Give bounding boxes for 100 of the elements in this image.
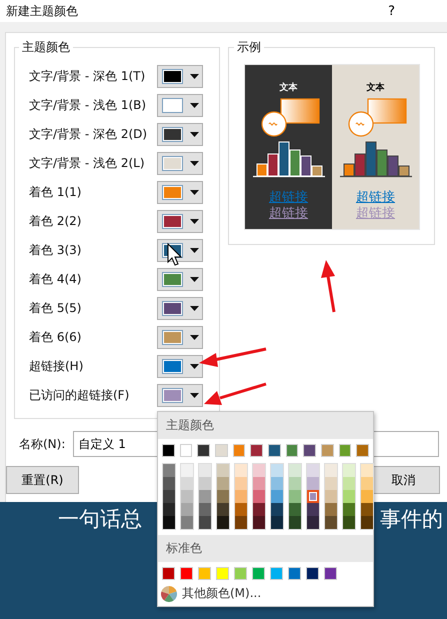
color-option[interactable] [356,444,370,457]
color-option[interactable] [217,490,229,503]
color-option[interactable] [325,503,337,516]
more-colors-item[interactable]: 其他颜色(M)... [158,583,373,606]
color-option[interactable] [338,444,352,457]
color-option[interactable] [325,490,337,503]
color-option[interactable] [162,444,175,457]
color-option[interactable] [343,464,355,477]
color-option[interactable] [217,503,229,516]
color-option[interactable] [288,567,301,580]
color-picker-button[interactable] [157,123,203,146]
color-label: 文字/背景 - 浅色 2(L) [29,155,144,172]
color-option[interactable] [325,477,337,490]
color-option[interactable] [321,444,334,457]
color-option[interactable] [181,490,193,503]
color-option[interactable] [235,516,247,529]
color-option[interactable] [180,567,193,580]
color-option[interactable] [215,444,228,457]
color-option[interactable] [271,516,283,529]
color-option[interactable] [198,567,211,580]
color-option[interactable] [163,464,175,477]
color-option[interactable] [325,464,337,477]
color-option[interactable] [289,516,301,529]
color-option[interactable] [286,444,298,457]
color-label: 文字/背景 - 浅色 1(B) [29,97,146,114]
color-option[interactable] [232,444,246,457]
color-option[interactable] [307,464,319,477]
color-option[interactable] [235,464,247,477]
hyperlink[interactable]: 超链接 [356,190,395,206]
color-picker-button[interactable] [157,152,203,175]
color-option[interactable] [303,444,316,457]
color-option[interactable] [325,516,337,529]
color-option[interactable] [181,464,193,477]
color-option[interactable] [217,477,229,490]
color-option[interactable] [197,444,210,457]
color-option[interactable] [289,503,301,516]
color-option[interactable] [180,444,192,457]
color-picker-button[interactable] [157,210,203,233]
color-option[interactable] [199,490,211,503]
color-option[interactable] [235,490,247,503]
color-picker-button[interactable] [157,384,203,407]
help-button[interactable]: ? [388,4,395,18]
color-option[interactable] [343,516,355,529]
color-option[interactable] [253,490,265,503]
color-option[interactable] [253,464,265,477]
color-option[interactable] [234,567,247,580]
color-option[interactable] [199,464,211,477]
color-option[interactable] [181,477,193,490]
color-option[interactable] [268,444,281,457]
color-option[interactable] [216,567,229,580]
color-option[interactable] [271,503,283,516]
color-option[interactable] [307,516,319,529]
color-option[interactable] [289,490,301,503]
color-option[interactable] [252,567,265,580]
color-option[interactable] [271,464,283,477]
color-option[interactable] [289,477,301,490]
reset-button[interactable]: 重置(R) [6,466,79,494]
color-picker-button[interactable] [157,297,203,320]
visited-hyperlink[interactable]: 超链接 [269,206,308,222]
color-option[interactable] [199,516,211,529]
color-option[interactable] [253,503,265,516]
color-option[interactable] [343,503,355,516]
color-option[interactable] [250,444,264,457]
color-option[interactable] [217,464,229,477]
color-option[interactable] [235,477,247,490]
color-picker-button[interactable] [157,326,203,349]
color-option[interactable] [163,503,175,516]
color-option[interactable] [199,477,211,490]
color-option[interactable] [343,490,355,503]
color-option[interactable] [307,490,319,503]
color-option[interactable] [324,567,337,580]
color-picker-button[interactable] [157,355,203,378]
color-option[interactable] [163,490,175,503]
color-option[interactable] [361,477,373,490]
color-option[interactable] [235,503,247,516]
color-option[interactable] [343,477,355,490]
color-picker-button[interactable] [157,65,203,88]
color-option[interactable] [271,477,283,490]
color-option[interactable] [307,477,319,490]
color-option[interactable] [361,516,373,529]
color-option[interactable] [181,503,193,516]
color-option[interactable] [217,516,229,529]
color-option[interactable] [199,503,211,516]
color-option[interactable] [163,516,175,529]
color-option[interactable] [270,567,283,580]
color-option[interactable] [181,516,193,529]
color-option[interactable] [253,477,265,490]
color-option[interactable] [271,490,283,503]
color-option[interactable] [361,490,373,503]
color-option[interactable] [306,567,319,580]
color-option[interactable] [253,516,265,529]
color-option[interactable] [289,464,301,477]
color-picker-button[interactable] [157,94,203,117]
color-option[interactable] [162,567,175,580]
color-option[interactable] [163,477,175,490]
color-option[interactable] [307,503,319,516]
color-picker-button[interactable] [157,181,203,204]
color-picker-button[interactable] [157,268,203,291]
color-option[interactable] [361,503,373,516]
color-option[interactable] [361,464,373,477]
